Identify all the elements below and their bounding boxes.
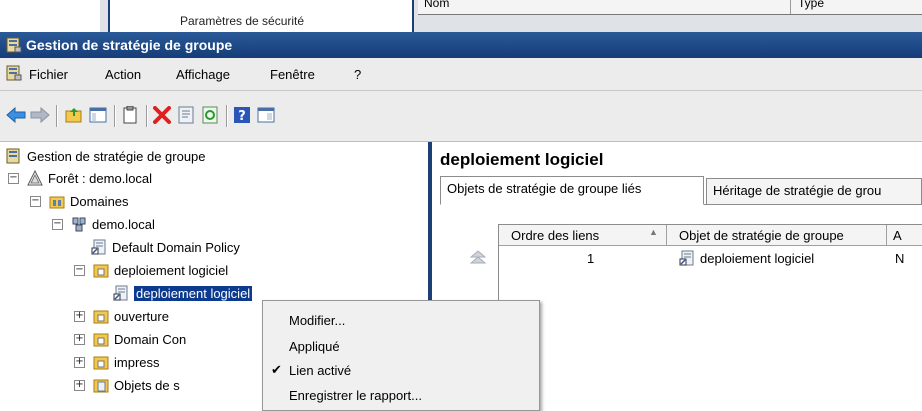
show-hide-tree-icon[interactable] bbox=[88, 105, 108, 125]
gpo-link-icon bbox=[113, 285, 129, 301]
back-icon[interactable] bbox=[6, 105, 26, 125]
ou-folder-icon bbox=[93, 331, 109, 347]
tree-item-gpo-link-selected[interactable]: deploiement logiciel bbox=[113, 283, 253, 303]
domains-icon bbox=[49, 193, 65, 209]
tree-label: Forêt : demo.local bbox=[48, 170, 153, 186]
tree-label: demo.local bbox=[92, 216, 155, 232]
menu-action[interactable]: Action bbox=[105, 67, 141, 82]
gpmc-app-icon bbox=[6, 37, 22, 53]
tree-label: Domain Con bbox=[114, 331, 187, 347]
properties-icon[interactable] bbox=[176, 105, 196, 125]
console-icon[interactable] bbox=[256, 105, 276, 125]
svg-text:?: ? bbox=[238, 109, 246, 124]
cell-order: 1 bbox=[587, 250, 595, 266]
tree-item-domains[interactable]: − Domaines bbox=[30, 191, 129, 211]
menu-item-applique[interactable]: Appliqué bbox=[289, 335, 340, 357]
tab-inheritance[interactable]: Héritage de stratégie de grou bbox=[706, 178, 922, 204]
menu-affichage[interactable]: Affichage bbox=[176, 67, 230, 82]
ou-folder-icon bbox=[93, 262, 109, 278]
delete-icon[interactable] bbox=[152, 105, 172, 125]
expand-icon[interactable]: + bbox=[74, 333, 85, 345]
column-header-enforced[interactable]: A bbox=[887, 225, 922, 246]
column-header-gpo[interactable]: Objet de stratégie de groupe bbox=[667, 225, 887, 246]
context-menu: Modifier... Appliqué ✔ Lien activé Enreg… bbox=[262, 300, 540, 411]
tree-item-root[interactable]: Gestion de stratégie de groupe bbox=[6, 146, 206, 166]
collapse-icon[interactable]: − bbox=[8, 172, 19, 184]
gpo-link-icon bbox=[91, 239, 107, 255]
menu-bar: Fichier Action Affichage Fenêtre ? bbox=[0, 58, 922, 91]
forest-icon bbox=[27, 169, 43, 186]
copy-icon[interactable] bbox=[120, 105, 140, 125]
menu-item-enregistrer-rapport[interactable]: Enregistrer le rapport... bbox=[289, 384, 422, 406]
checkmark-icon: ✔ bbox=[271, 362, 282, 377]
collapse-icon[interactable]: − bbox=[74, 264, 85, 276]
help-icon[interactable]: ? bbox=[232, 105, 252, 125]
system-menu-icon[interactable] bbox=[6, 65, 22, 81]
menu-item-modifier[interactable]: Modifier... bbox=[289, 309, 345, 331]
tree-item-ou-domain-controllers[interactable]: + Domain Con bbox=[74, 329, 186, 349]
move-up-icon[interactable] bbox=[469, 250, 487, 264]
menu-fichier[interactable]: Fichier bbox=[29, 67, 68, 82]
sort-ascending-icon: ▲ bbox=[649, 227, 658, 237]
tree-label: Default Domain Policy bbox=[112, 239, 240, 255]
tab-linked-gpos[interactable]: Objets de stratégie de groupe liés bbox=[440, 176, 704, 205]
tree-label: deploiement logiciel bbox=[114, 262, 229, 278]
background-peek-text: Paramètres de sécurité bbox=[180, 14, 305, 28]
cell-enforced: N bbox=[895, 250, 905, 266]
expand-icon[interactable]: + bbox=[74, 356, 85, 368]
tree-label: impress bbox=[114, 354, 160, 370]
tree-item-ou-impress[interactable]: + impress bbox=[74, 352, 160, 372]
tree-item-default-policy[interactable]: Default Domain Policy bbox=[91, 237, 240, 257]
menu-item-lien-active[interactable]: Lien activé bbox=[289, 359, 351, 381]
gpo-container-icon bbox=[93, 377, 109, 393]
gpmc-icon bbox=[6, 148, 22, 164]
tree-item-domain[interactable]: − demo.local bbox=[52, 214, 155, 234]
ou-folder-icon bbox=[93, 308, 109, 324]
tree-item-forest[interactable]: − Forêt : demo.local bbox=[8, 168, 152, 188]
expand-icon[interactable]: + bbox=[74, 379, 85, 391]
forward-icon[interactable] bbox=[30, 105, 50, 125]
details-tabs: Objets de stratégie de groupe liés Hérit… bbox=[440, 176, 922, 205]
linked-gpo-table[interactable]: Ordre des liens ▲ Objet de stratégie de … bbox=[498, 224, 922, 410]
tree-label: deploiement logiciel bbox=[134, 285, 253, 301]
tree-label: Domaines bbox=[70, 193, 129, 209]
ou-folder-icon bbox=[93, 354, 109, 370]
refresh-icon[interactable] bbox=[200, 105, 220, 125]
tree-item-ou-ouverture[interactable]: + ouverture bbox=[74, 306, 169, 326]
details-title: deploiement logiciel bbox=[440, 150, 604, 169]
tree-item-ou-deploiement[interactable]: − deploiement logiciel bbox=[74, 260, 228, 280]
expand-icon[interactable]: + bbox=[74, 310, 85, 322]
domain-icon bbox=[71, 216, 87, 232]
tree-label: Gestion de stratégie de groupe bbox=[27, 148, 206, 164]
up-folder-icon[interactable] bbox=[64, 105, 84, 125]
tree-label: ouverture bbox=[114, 308, 169, 324]
tree-label: Objets de s bbox=[114, 377, 180, 393]
background-tree-pane: Paramètres de sécurité bbox=[108, 0, 414, 32]
toolbar: ? bbox=[0, 91, 922, 142]
background-list-header: Nom Type bbox=[418, 0, 922, 15]
menu-help[interactable]: ? bbox=[354, 67, 361, 82]
cell-gpo[interactable]: deploiement logiciel bbox=[679, 248, 814, 268]
background-column-name: Nom bbox=[424, 0, 450, 10]
window-title: Gestion de stratégie de groupe bbox=[26, 37, 233, 53]
collapse-icon[interactable]: − bbox=[52, 218, 63, 230]
tree-item-gpo-objects[interactable]: + Objets de s bbox=[74, 375, 180, 395]
background-tree-strip bbox=[0, 0, 100, 32]
column-header-order[interactable]: Ordre des liens ▲ bbox=[499, 225, 667, 246]
gpo-link-icon bbox=[679, 250, 695, 266]
menu-fenetre[interactable]: Fenêtre bbox=[270, 67, 315, 82]
background-window: Paramètres de sécurité Nom Type bbox=[0, 0, 922, 32]
collapse-icon[interactable]: − bbox=[30, 195, 41, 207]
background-column-type: Type bbox=[798, 0, 825, 10]
title-bar[interactable]: Gestion de stratégie de groupe bbox=[0, 32, 922, 58]
